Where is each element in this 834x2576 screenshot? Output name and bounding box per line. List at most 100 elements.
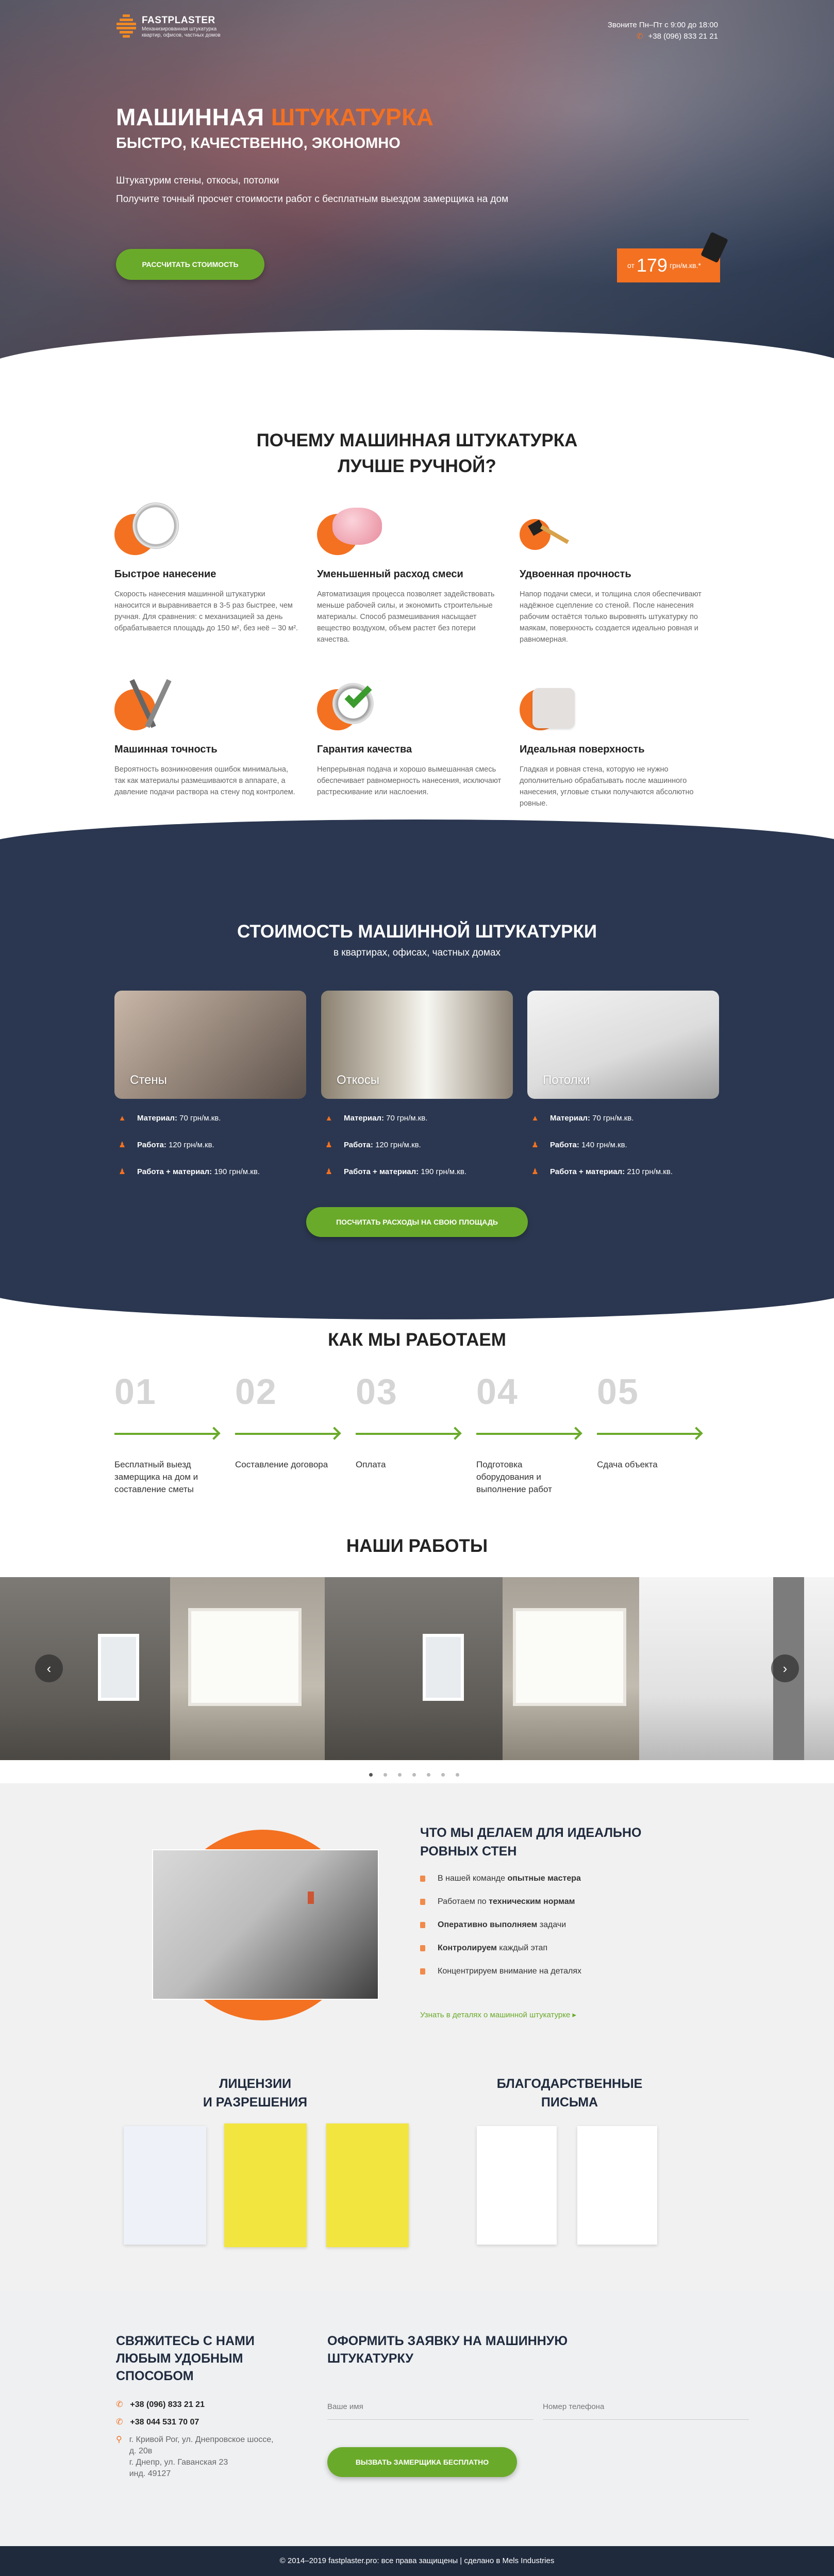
pricing-title: СТОИМОСТЬ МАШИННОЙ ШТУКАТУРКИ bbox=[237, 922, 597, 942]
price-card-slopes: Откосы ▲ Материал: 70 грн/м.кв. ♟ Работа: … bbox=[321, 991, 513, 1179]
learn-more-link[interactable]: Узнать в деталях о машинной штукатурке ▸ bbox=[420, 2010, 576, 2019]
card-title: Стены bbox=[130, 1073, 167, 1087]
card-title: Откосы bbox=[337, 1073, 380, 1087]
hero-line-2: Получите точный просчет стоимости работ … bbox=[116, 194, 509, 205]
logo-name: FASTPLASTER bbox=[142, 15, 215, 26]
contact-address: ⚲ г. Кривой Рог, ул. Днепровское шоссе, д… bbox=[116, 2435, 274, 2478]
quality-check-icon bbox=[317, 673, 384, 734]
hero-title: МАШИННАЯ ШТУКАТУРКА bbox=[116, 104, 434, 130]
calculate-cost-button[interactable]: РАССЧИТАТЬ СТОИМОСТЬ bbox=[116, 249, 264, 280]
thank-you-letter[interactable] bbox=[577, 2126, 657, 2245]
process-step: 03 Оплата bbox=[356, 1371, 469, 1469]
card-image: Потолки bbox=[527, 991, 719, 1099]
schedule-text: Звоните Пн–Пт с 9:00 до 18:00 bbox=[607, 21, 718, 29]
feature-card: Машинная точность Вероятность возникнове… bbox=[114, 673, 300, 798]
logo[interactable]: FASTPLASTER Механизированная штукатурка … bbox=[116, 14, 235, 39]
step-text: Бесплатный выезд замерщика на дом и сост… bbox=[114, 1460, 198, 1494]
logo-icon bbox=[116, 14, 137, 39]
feature-text: Напор подачи смеси, и толщина слоя обесп… bbox=[520, 590, 702, 644]
header-phone-number[interactable]: +38 (096) 833 21 21 bbox=[648, 32, 718, 41]
calculate-expenses-button[interactable]: ПОСЧИТАТЬ РАСХОДЫ НА СВОЮ ПЛОЩАДЬ bbox=[306, 1207, 528, 1237]
contact-title: СВЯЖИТЕСЬ С НАМИ ЛЮБЫМ УДОБНЫМ СПОСОБОМ bbox=[116, 2334, 255, 2383]
call-measurer-button[interactable]: ВЫЗВАТЬ ЗАМЕРЩИКА БЕСПЛАТНО bbox=[327, 2447, 517, 2477]
licenses-title: ЛИЦЕНЗИИ И РАЗРЕШЕНИЯ bbox=[203, 2077, 308, 2110]
bullet-icon bbox=[420, 1876, 425, 1882]
arrow-right-icon bbox=[597, 1433, 700, 1435]
feature-text: Автоматизация процесса позволяет задейст… bbox=[317, 590, 495, 644]
contact-phone-1[interactable]: ✆ +38 (096) 833 21 21 bbox=[116, 2399, 281, 2411]
worker-material-icon: ♟ bbox=[119, 1167, 126, 1176]
card-image: Стены bbox=[114, 991, 306, 1099]
gallery-image[interactable] bbox=[503, 1577, 639, 1760]
feature-title: Идеальная поверхность bbox=[520, 744, 645, 755]
ideal-list: В нашей команде опытные мастера Работаем… bbox=[420, 1874, 581, 1990]
arrow-right-icon bbox=[235, 1433, 338, 1435]
ideal-walls-photo bbox=[152, 1849, 379, 2000]
step-text: Составление договора bbox=[235, 1460, 328, 1469]
gallery-dot[interactable] bbox=[441, 1773, 445, 1777]
feature-text: Скорость нанесения машинной штукатурки н… bbox=[114, 590, 298, 632]
pricing-subtitle: в квартирах, офисах, частных домах bbox=[333, 947, 501, 958]
feature-card: Уменьшенный расход смеси Автоматизация п… bbox=[317, 497, 503, 645]
header-phone[interactable]: ✆ +38 (096) 833 21 21 bbox=[608, 31, 718, 42]
gallery-image[interactable] bbox=[325, 1577, 503, 1760]
gallery-next-button[interactable]: › bbox=[771, 1654, 799, 1682]
piggy-bank-icon bbox=[317, 497, 384, 559]
logo-tagline: Механизированная штукатурка квартир, офи… bbox=[142, 26, 221, 38]
price-row-work: ♟ Работа: 120 грн/м.кв. bbox=[114, 1137, 306, 1152]
bullet-icon bbox=[420, 1945, 425, 1951]
list-item: Контролируем каждый этап bbox=[420, 1944, 581, 1953]
price-card-ceilings: Потолки ▲ Материал: 70 грн/м.кв. ♟ Работа:… bbox=[527, 991, 719, 1179]
phone-icon: ✆ bbox=[636, 32, 643, 41]
worker-material-icon: ♟ bbox=[531, 1167, 539, 1176]
gallery-dot[interactable] bbox=[456, 1773, 459, 1777]
step-text: Подготовка оборудования и выполнение раб… bbox=[476, 1460, 552, 1494]
feature-card: Удвоенная прочность Напор подачи смеси, … bbox=[520, 497, 705, 645]
hero-description: Штукатурим стены, откосы, потолки Получи… bbox=[116, 172, 508, 209]
license-document[interactable] bbox=[224, 2123, 307, 2247]
feature-text: Непрерывная подача и хорошо вымешанная с… bbox=[317, 765, 502, 796]
feature-title: Машинная точность bbox=[114, 744, 218, 755]
price-row-material: ▲ Материал: 70 грн/м.кв. bbox=[321, 1110, 513, 1126]
material-icon: ▲ bbox=[325, 1113, 333, 1123]
thank-you-letter[interactable] bbox=[477, 2126, 557, 2245]
price-row-total: ♟ Работа + материал: 210 грн/м.кв. bbox=[527, 1164, 719, 1179]
pricing-wave-bottom bbox=[0, 1258, 834, 1319]
chevron-left-icon: ‹ bbox=[46, 1660, 52, 1676]
name-field[interactable]: Ваше имя bbox=[327, 2399, 533, 2420]
license-document[interactable] bbox=[326, 2123, 409, 2247]
process-title: КАК МЫ РАБОТАЕМ bbox=[328, 1330, 506, 1350]
gallery-dot[interactable] bbox=[369, 1773, 373, 1777]
gallery-image[interactable] bbox=[170, 1577, 325, 1760]
hero-line-1: Штукатурим стены, откосы, потолки bbox=[116, 175, 279, 186]
arrow-right-icon bbox=[114, 1433, 218, 1435]
price-row-work: ♟ Работа: 120 грн/м.кв. bbox=[321, 1137, 513, 1152]
process-step: 02 Составление договора bbox=[235, 1371, 348, 1469]
step-number: 05 bbox=[597, 1371, 639, 1412]
works-title: НАШИ РАБОТЫ bbox=[346, 1536, 488, 1556]
step-text: Сдача объекта bbox=[597, 1460, 658, 1469]
gallery-dot[interactable] bbox=[383, 1773, 387, 1777]
header-contacts: Звоните Пн–Пт с 9:00 до 18:00 ✆ +38 (096)… bbox=[608, 20, 718, 42]
contact-phone-2[interactable]: ✆ +38 044 531 70 07 bbox=[116, 2417, 281, 2428]
license-document[interactable] bbox=[124, 2126, 206, 2245]
why-title: ПОЧЕМУ МАШИННАЯ ШТУКАТУРКА ЛУЧШЕ РУЧНОЙ? bbox=[256, 430, 578, 476]
chevron-right-icon: › bbox=[782, 1660, 788, 1676]
phone-icon: ✆ bbox=[116, 2418, 123, 2427]
form-title: ОФОРМИТЬ ЗАЯВКУ НА МАШИННУЮ ШТУКАТУРКУ bbox=[327, 2334, 568, 2366]
feature-card: Идеальная поверхность Гладкая и ровная с… bbox=[520, 673, 705, 809]
contact-list: ✆ +38 (096) 833 21 21 ✆ +38 044 531 70 07 … bbox=[116, 2399, 281, 2486]
gallery-dot[interactable] bbox=[398, 1773, 402, 1777]
phone-field[interactable]: Номер телефона bbox=[543, 2399, 749, 2420]
gallery-image[interactable] bbox=[0, 1577, 170, 1760]
gallery-dot[interactable] bbox=[427, 1773, 430, 1777]
worker-material-icon: ♟ bbox=[325, 1167, 332, 1176]
gallery-dot[interactable] bbox=[412, 1773, 416, 1777]
step-number: 02 bbox=[235, 1371, 277, 1412]
bullet-icon bbox=[420, 1922, 425, 1928]
gallery-image[interactable] bbox=[639, 1577, 834, 1760]
price-row-material: ▲ Материал: 70 грн/м.кв. bbox=[527, 1110, 719, 1126]
process-step: 05 Сдача объекта bbox=[597, 1371, 710, 1469]
worker-icon: ♟ bbox=[325, 1141, 332, 1149]
gallery-prev-button[interactable]: ‹ bbox=[35, 1654, 63, 1682]
